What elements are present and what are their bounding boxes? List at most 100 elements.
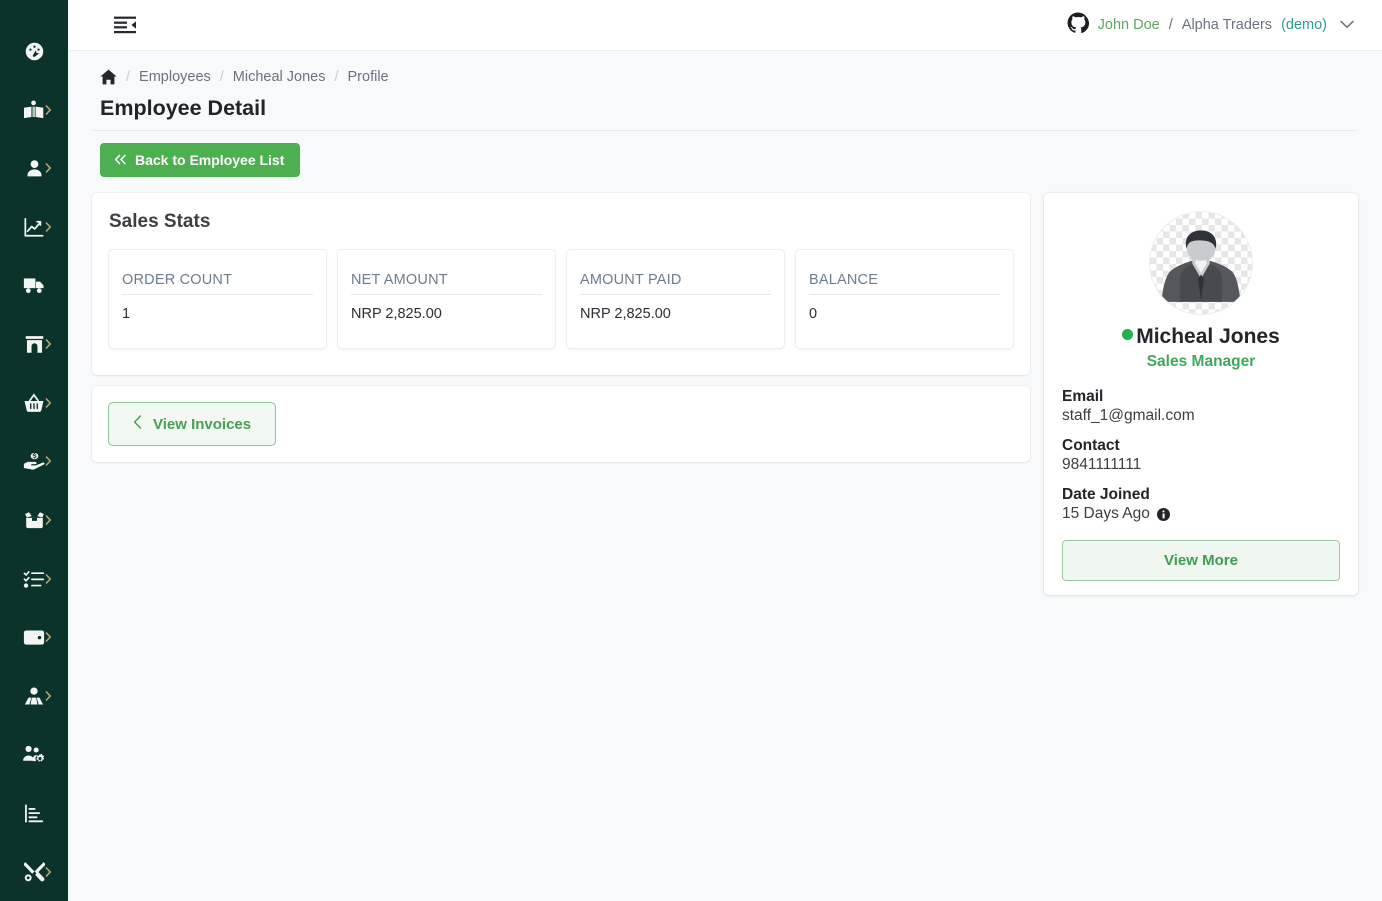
box-open-icon — [23, 510, 46, 530]
status-badge — [1122, 329, 1134, 340]
stat-value: NRP 2,825.00 — [351, 306, 442, 322]
detail-label-contact: Contact — [1062, 437, 1120, 455]
stat-label: BALANCE — [809, 272, 1000, 295]
stat-card-order-count: ORDER COUNT 1 — [108, 249, 327, 349]
stat-card-net-amount: NET AMOUNT NRP 2,825.00 — [337, 249, 556, 349]
sales-stats-heading: Sales Stats — [109, 211, 211, 232]
wallet-icon — [23, 628, 45, 647]
profile-role: Sales Manager — [1146, 353, 1256, 371]
breadcrumb-separator: / — [126, 69, 131, 85]
home-icon[interactable] — [100, 69, 117, 85]
account-user-name: John Doe — [1097, 17, 1160, 33]
view-invoices-button[interactable]: View Invoices — [108, 402, 277, 446]
detail-label-date-joined: Date Joined — [1062, 486, 1150, 504]
stat-label: NET AMOUNT — [351, 272, 542, 295]
account-menu[interactable]: John Doe / Alpha Traders (demo) — [1067, 12, 1358, 38]
sidebar-item-inventory[interactable] — [0, 491, 68, 550]
sidebar-item-tasks[interactable] — [0, 549, 68, 608]
chevron-right-icon — [45, 456, 52, 467]
chevron-right-icon — [45, 573, 52, 584]
account-org-name: Alpha Traders — [1181, 17, 1273, 33]
chevron-down-icon[interactable] — [1340, 17, 1354, 33]
stat-value: NRP 2,825.00 — [580, 306, 671, 322]
sidebar-item-analytics[interactable] — [0, 784, 68, 843]
chevron-right-icon — [45, 397, 52, 408]
info-circle-icon[interactable] — [1156, 507, 1170, 521]
basket-icon — [23, 393, 45, 413]
sidebar-item-orders[interactable] — [0, 374, 68, 433]
sidebar — [0, 0, 68, 901]
sidebar-item-payments[interactable] — [0, 432, 68, 491]
back-button-label: Back to Employee List — [135, 152, 285, 168]
bar-chart-icon — [24, 803, 45, 823]
avatar — [1149, 211, 1253, 315]
sidebar-item-user-settings[interactable] — [0, 725, 68, 784]
page-title: Employee Detail — [92, 89, 1358, 131]
breadcrumb-item-employees[interactable]: Employees — [139, 69, 211, 85]
sidebar-item-catalog[interactable] — [0, 81, 68, 140]
detail-label-email: Email — [1062, 388, 1104, 406]
detail-value-contact: 9841111111 — [1062, 456, 1142, 474]
topbar: John Doe / Alpha Traders (demo) — [68, 0, 1382, 51]
hand-money-icon — [23, 451, 46, 472]
left-column: Sales Stats ORDER COUNT 1 NET AMOUNT NRP… — [92, 193, 1030, 462]
breadcrumb-separator: / — [334, 69, 339, 85]
page-body: / Employees / Micheal Jones / Profile Em… — [68, 51, 1382, 901]
truck-icon — [23, 276, 46, 295]
storefront-icon — [24, 334, 45, 354]
back-button-row: Back to Employee List — [92, 131, 1358, 177]
profile-name-row: Micheal Jones — [1054, 317, 1348, 349]
checklist-icon — [23, 569, 46, 589]
sales-stats-panel: Sales Stats ORDER COUNT 1 NET AMOUNT NRP… — [92, 193, 1030, 375]
chevron-right-icon — [45, 104, 52, 115]
chevron-right-icon — [45, 632, 52, 643]
gauge-icon — [24, 41, 45, 62]
sidebar-item-store[interactable] — [0, 315, 68, 374]
line-chart-icon — [23, 217, 45, 238]
breadcrumb-separator: / — [219, 69, 224, 85]
sidebar-item-wallet[interactable] — [0, 608, 68, 667]
user-icon — [24, 158, 45, 179]
double-chevron-left-icon — [114, 153, 127, 167]
view-invoices-label: View Invoices — [153, 415, 252, 433]
sidebar-item-dashboard[interactable] — [0, 22, 68, 81]
stat-label: AMOUNT PAID — [580, 272, 771, 295]
menu-fold-icon[interactable] — [108, 10, 142, 40]
account-separator: / — [1168, 17, 1173, 33]
right-column: Micheal Jones Sales Manager Email staff_… — [1044, 193, 1358, 596]
profile-name: Micheal Jones — [1136, 325, 1280, 348]
app-root: John Doe / Alpha Traders (demo) / Employ… — [0, 0, 1382, 901]
sidebar-item-employees[interactable] — [0, 667, 68, 726]
sidebar-item-shipping[interactable] — [0, 256, 68, 315]
stat-value: 0 — [809, 306, 818, 322]
content-area: John Doe / Alpha Traders (demo) / Employ… — [68, 0, 1382, 901]
open-book-icon — [23, 100, 45, 120]
breadcrumb-item-profile: Profile — [347, 69, 389, 85]
breadcrumb-item-employee-name[interactable]: Micheal Jones — [233, 69, 326, 85]
back-to-employee-list-button[interactable]: Back to Employee List — [100, 143, 301, 177]
chevron-right-icon — [45, 222, 52, 233]
chevron-right-icon — [45, 690, 52, 701]
profile-detail-list: Email staff_1@gmail.com Contact 98411111… — [1054, 371, 1348, 582]
tools-icon — [23, 861, 46, 882]
user-group-icon — [23, 686, 45, 706]
sidebar-item-reports[interactable] — [0, 198, 68, 257]
sidebar-item-customers[interactable] — [0, 139, 68, 198]
stat-label: ORDER COUNT — [122, 272, 313, 295]
avatar-wrapper — [1054, 207, 1348, 317]
chevron-right-icon — [45, 866, 52, 877]
view-more-button[interactable]: View More — [1062, 540, 1340, 582]
stat-value: 1 — [122, 306, 131, 322]
stat-card-row: ORDER COUNT 1 NET AMOUNT NRP 2,825.00 AM… — [108, 249, 1014, 349]
chevron-right-icon — [45, 163, 52, 174]
detail-value-date-joined-row: 15 Days Ago — [1062, 505, 1340, 535]
github-icon — [1067, 12, 1089, 38]
invoices-panel: View Invoices — [92, 386, 1030, 462]
detail-value-date-joined: 15 Days Ago — [1062, 505, 1150, 523]
chevron-right-icon — [45, 515, 52, 526]
sidebar-item-tools[interactable] — [0, 842, 68, 901]
main-grid: Sales Stats ORDER COUNT 1 NET AMOUNT NRP… — [92, 177, 1358, 596]
stat-card-amount-paid: AMOUNT PAID NRP 2,825.00 — [566, 249, 785, 349]
users-cog-icon — [22, 744, 46, 764]
breadcrumb: / Employees / Micheal Jones / Profile — [92, 65, 1358, 89]
